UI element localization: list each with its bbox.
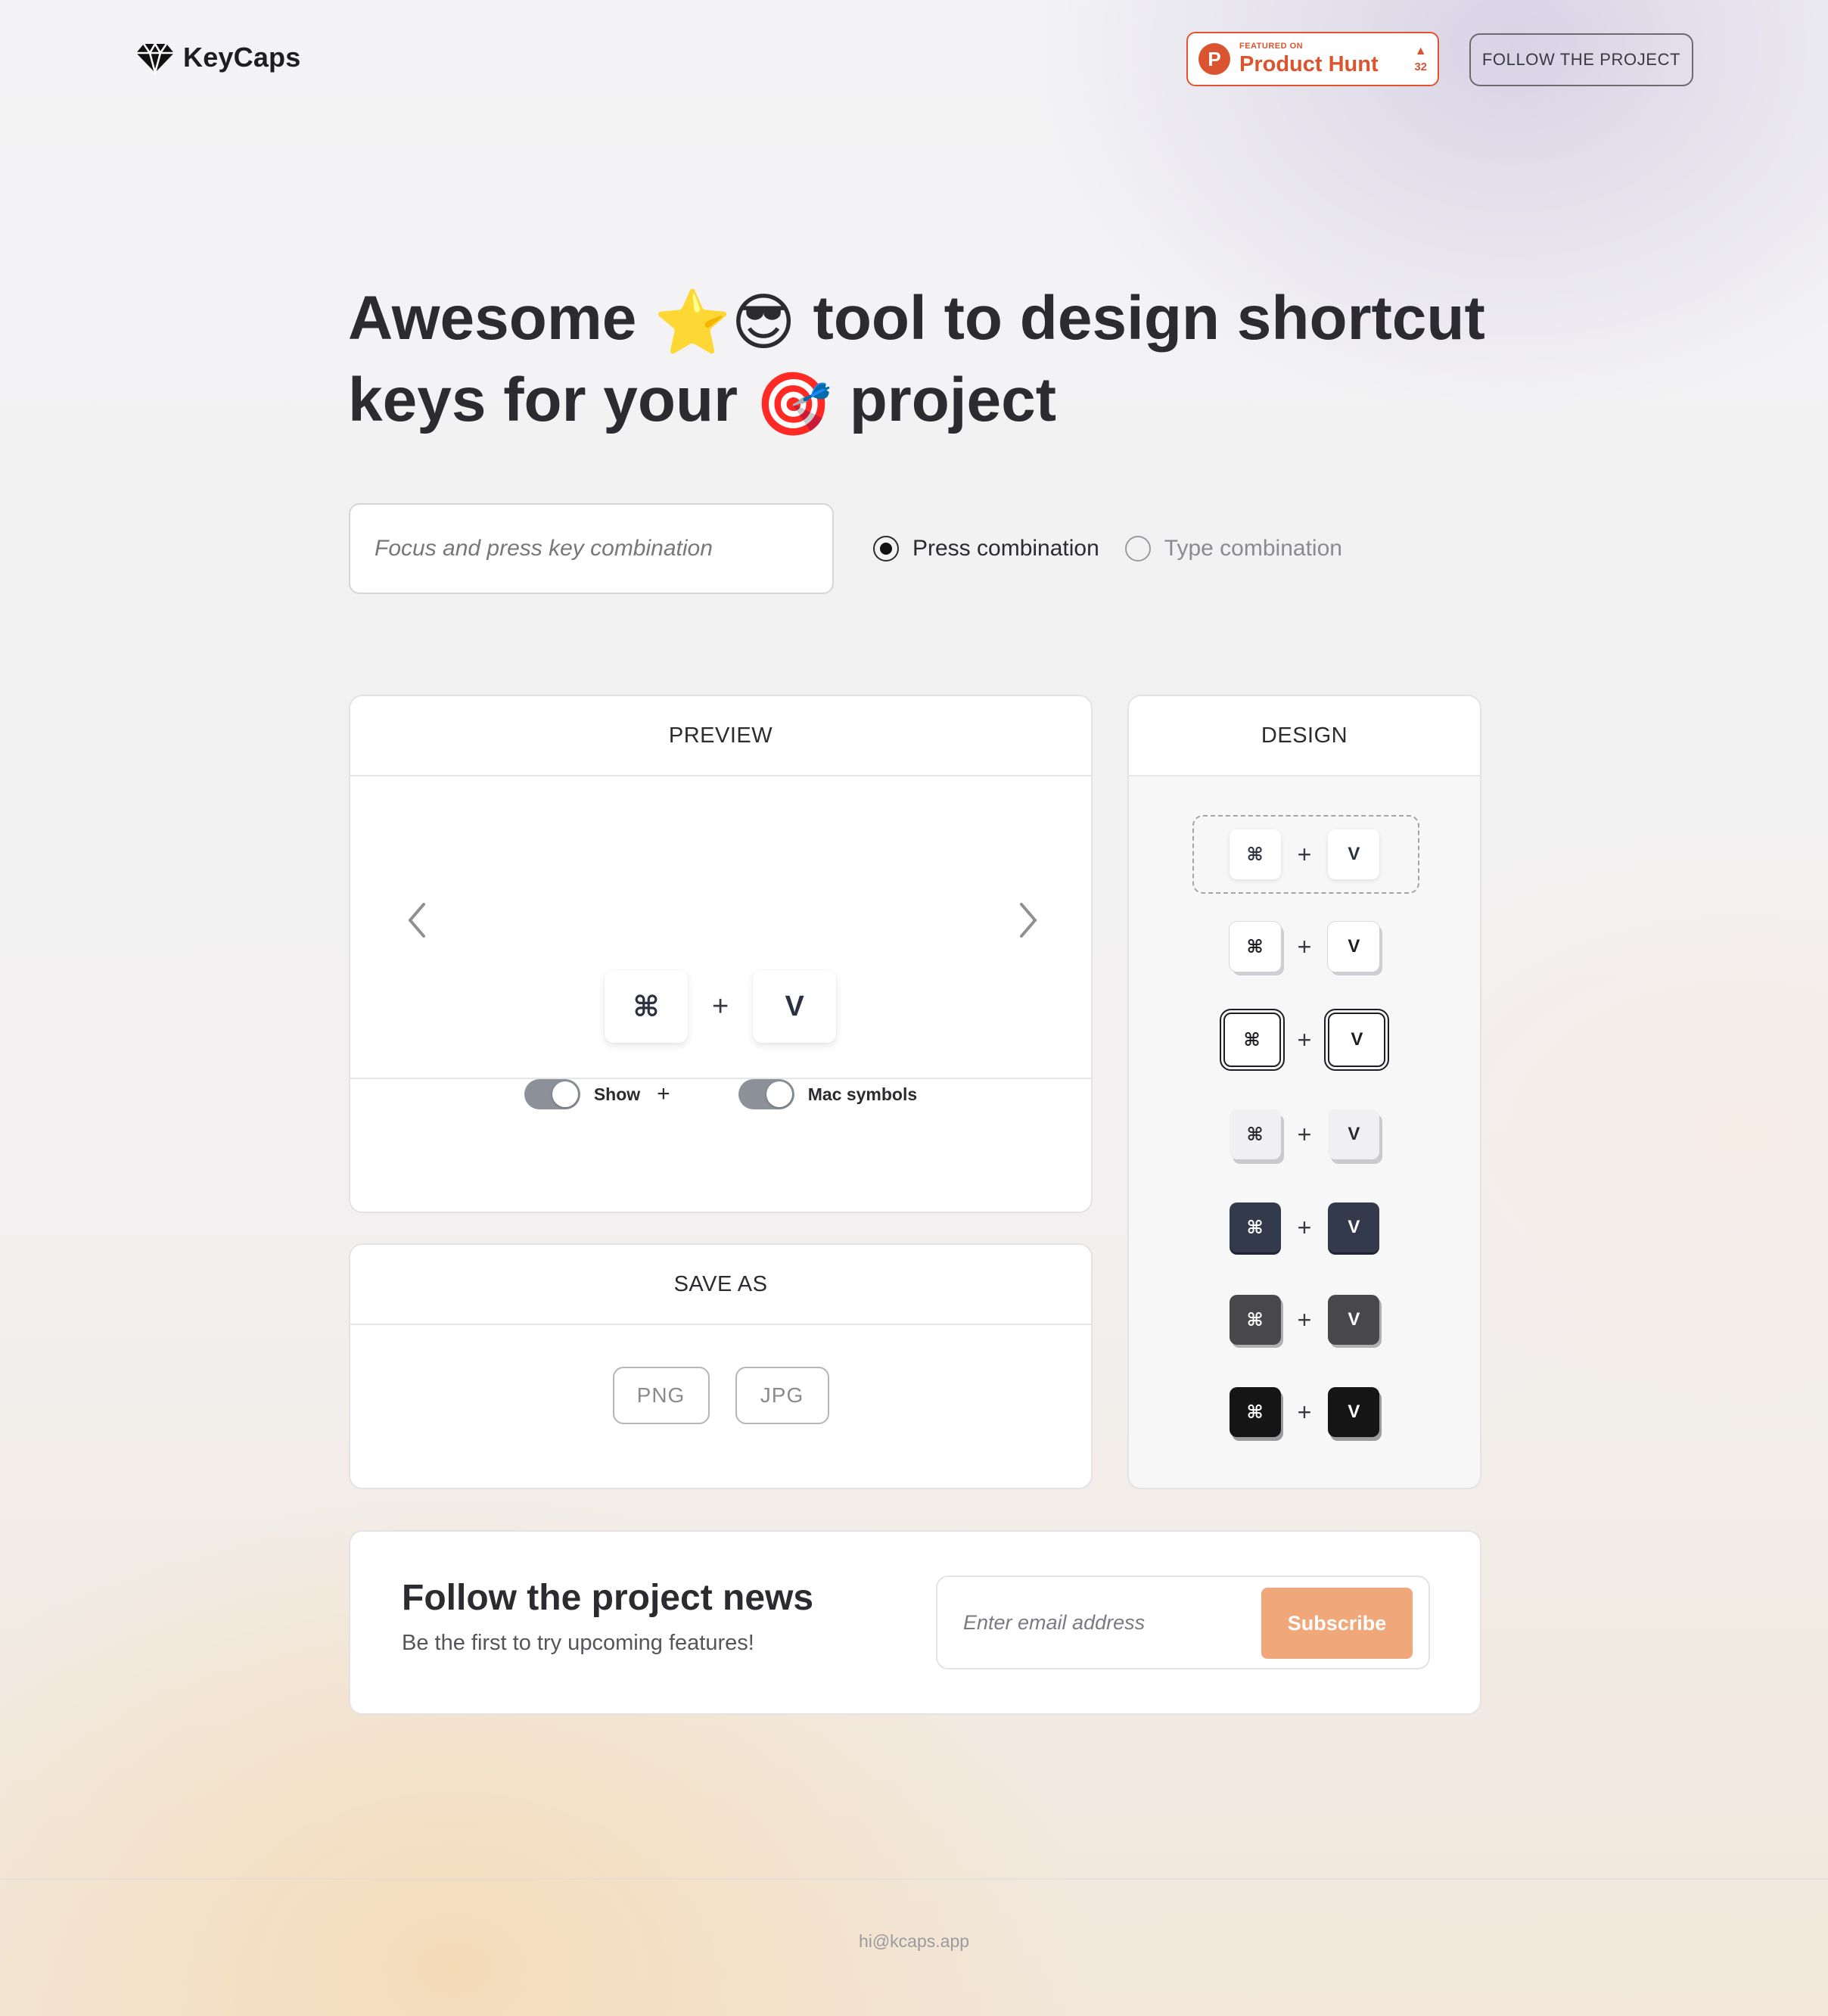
preview-title: PREVIEW (350, 696, 1091, 776)
newsletter-form: Subscribe (936, 1576, 1430, 1669)
radio-label: Type combination (1164, 536, 1342, 561)
style-key: ⌘ (1229, 922, 1281, 972)
save-jpg-button[interactable]: JPG (735, 1367, 829, 1424)
save-as-title: SAVE AS (350, 1245, 1091, 1325)
style-key: V (1328, 1202, 1380, 1252)
style-key: V (1328, 829, 1380, 879)
style-key: V (1328, 1109, 1380, 1159)
radio-unselected-icon (1124, 536, 1151, 562)
save-as-card: SAVE AS PNG JPG (349, 1243, 1093, 1489)
design-card: DESIGN ⌘ + V ⌘ + V ⌘ + V ⌘ + V ⌘ + V ⌘ +… (1127, 695, 1481, 1489)
key-combination-input[interactable] (349, 503, 834, 594)
style-key: V (1328, 1387, 1380, 1437)
combination-mode-radios: Press combination Type combination (873, 530, 1368, 568)
product-hunt-badge[interactable]: P FEATURED ON Product Hunt ▲ 32 (1186, 32, 1439, 86)
logo-text: KeyCaps (183, 42, 301, 73)
toggle-show-plus[interactable]: Show + (524, 1079, 670, 1109)
toggle-label: Mac symbols (807, 1084, 918, 1104)
plus-icon: + (657, 1081, 670, 1106)
style-plus: + (1297, 1213, 1312, 1241)
style-key: V (1324, 1009, 1390, 1071)
design-style-option[interactable]: ⌘ + V (1129, 1009, 1480, 1071)
preview-key-cmd: ⌘ (605, 970, 688, 1043)
hero-heading: Awesome ⭐😎 tool to design shortcut keys … (348, 280, 1634, 443)
subscribe-button[interactable]: Subscribe (1261, 1588, 1413, 1659)
upvote-arrow-icon: ▲ (1414, 44, 1427, 58)
style-key: ⌘ (1229, 1295, 1281, 1345)
toggle-switch[interactable] (738, 1079, 794, 1109)
toggle-label: Show (593, 1084, 641, 1104)
radio-type-combination[interactable]: Type combination (1124, 536, 1342, 562)
style-key: V (1328, 1295, 1380, 1345)
product-hunt-votes: ▲ 32 (1414, 45, 1427, 73)
logo[interactable]: KeyCaps (135, 39, 300, 76)
email-field[interactable] (939, 1579, 1257, 1666)
design-style-option[interactable]: ⌘ + V (1129, 1387, 1480, 1437)
preview-keys: ⌘ + V (605, 970, 837, 1043)
style-key: V (1328, 922, 1380, 972)
design-title: DESIGN (1129, 696, 1480, 776)
next-style-button[interactable] (1006, 890, 1051, 950)
preview-plus: + (712, 990, 729, 1022)
style-plus: + (1297, 1025, 1312, 1053)
product-hunt-name: Product Hunt (1239, 52, 1379, 76)
footer-email-link[interactable]: hi@kcaps.app (0, 1931, 1828, 1952)
style-plus: + (1297, 1120, 1312, 1148)
chevron-left-icon (408, 903, 425, 938)
follow-project-button[interactable]: FOLLOW THE PROJECT (1469, 33, 1693, 86)
preview-key-v: V (753, 970, 837, 1043)
sunglasses-emoji-icon: 😎 (731, 288, 796, 357)
hero-text-1: Awesome (348, 284, 637, 353)
design-style-option[interactable]: ⌘ + V (1129, 1295, 1480, 1345)
footer-divider (0, 1878, 1828, 1880)
star-emoji-icon: ⭐ (654, 288, 732, 357)
hero-text-3: keys for your (348, 366, 738, 434)
design-style-option[interactable]: ⌘ + V (1129, 922, 1480, 972)
radio-selected-icon (873, 536, 899, 562)
preview-card: PREVIEW ⌘ + V Show + Mac symbols (349, 695, 1093, 1213)
save-png-button[interactable]: PNG (612, 1367, 710, 1424)
style-key: ⌘ (1229, 829, 1281, 879)
style-plus: + (1297, 1305, 1312, 1333)
style-key: ⌘ (1229, 1387, 1281, 1437)
chevron-right-icon (1020, 903, 1037, 938)
preview-toggles: Show + Mac symbols (350, 1079, 1091, 1109)
vote-count: 32 (1414, 60, 1427, 73)
design-style-option[interactable]: ⌘ + V (1129, 829, 1480, 879)
design-style-option[interactable]: ⌘ + V (1129, 1109, 1480, 1159)
design-style-option[interactable]: ⌘ + V (1129, 1202, 1480, 1252)
product-hunt-icon: P (1198, 43, 1230, 75)
style-plus: + (1297, 932, 1312, 960)
toggle-mac-symbols[interactable]: Mac symbols (738, 1079, 917, 1109)
hero-text-2: tool to design shortcut (813, 284, 1485, 353)
prev-style-button[interactable] (394, 890, 440, 950)
preview-stage: ⌘ + V (350, 776, 1091, 1079)
target-emoji-icon: 🎯 (754, 370, 832, 439)
style-plus: + (1297, 1398, 1312, 1426)
style-plus: + (1297, 840, 1312, 868)
radio-label: Press combination (912, 536, 1099, 561)
hero-text-4: project (849, 366, 1057, 434)
newsletter-card: Follow the project news Be the first to … (349, 1530, 1481, 1715)
style-key: ⌘ (1219, 1009, 1285, 1071)
style-key: ⌘ (1229, 1109, 1281, 1159)
toggle-switch[interactable] (524, 1079, 580, 1109)
diamond-logo-icon (136, 42, 174, 76)
radio-press-combination[interactable]: Press combination (873, 536, 1099, 562)
product-hunt-featured-label: FEATURED ON (1239, 42, 1304, 51)
style-key: ⌘ (1229, 1202, 1281, 1252)
